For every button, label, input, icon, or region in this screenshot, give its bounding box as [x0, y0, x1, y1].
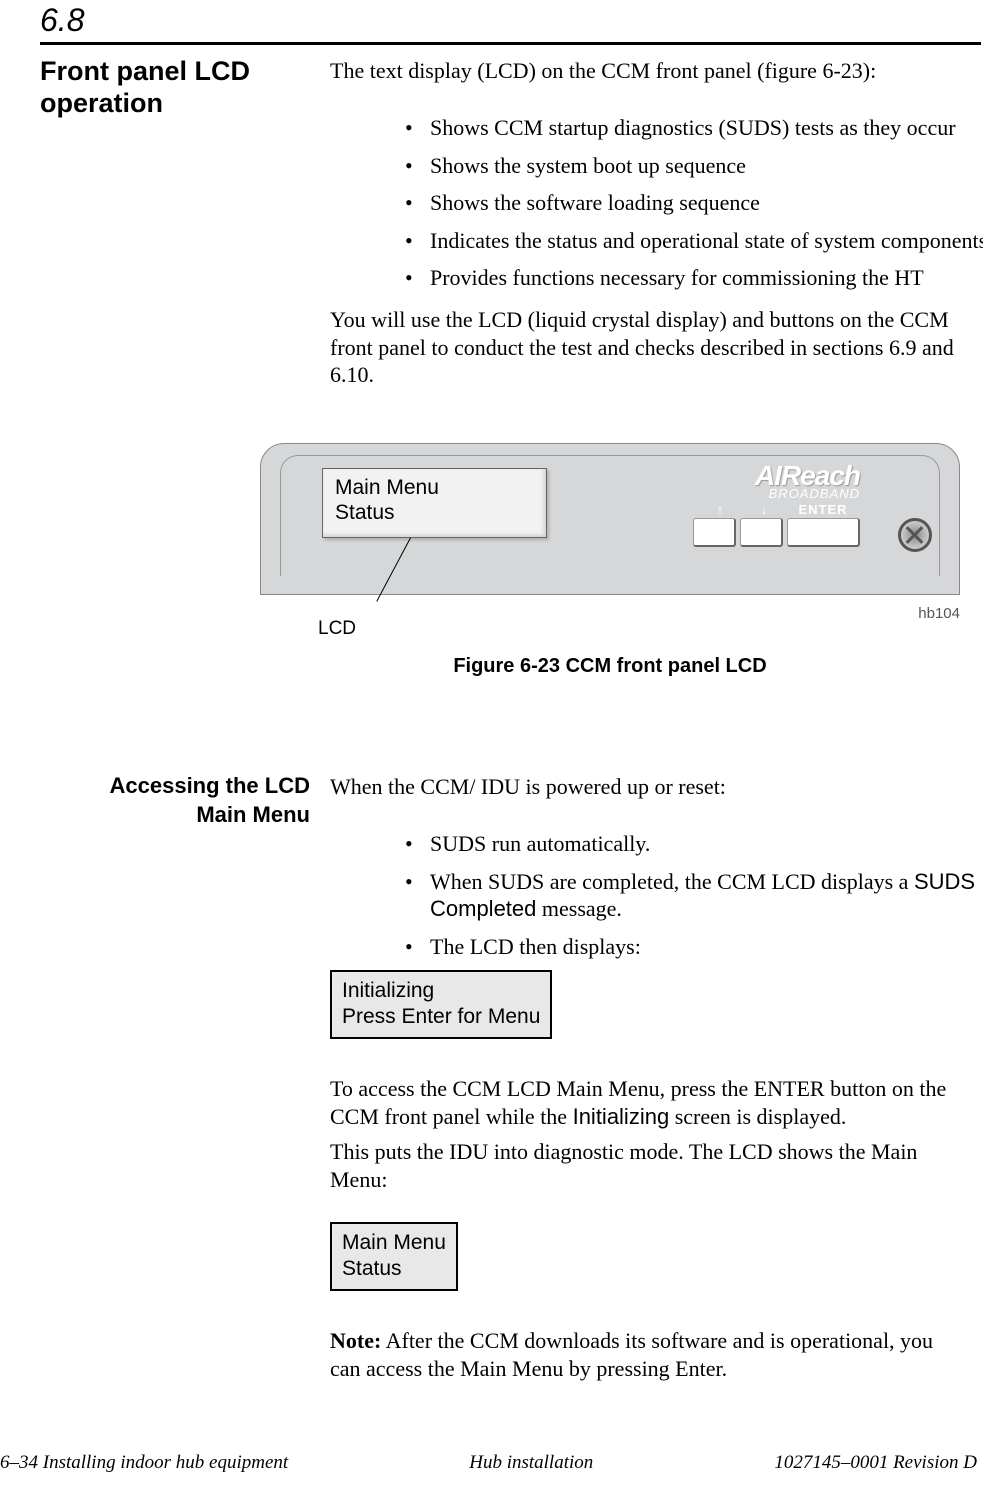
brand-subtitle: BROADBAND: [600, 486, 860, 501]
button-row: [693, 518, 860, 547]
device-panel: Main Menu Status AIReach BROADBAND ↑ ↓ E…: [260, 430, 960, 595]
lcd-callout-label: LCD: [318, 618, 356, 640]
lcd-screen: Main Menu Status: [322, 468, 547, 538]
text: screen is displayed.: [669, 1104, 846, 1129]
list-item: Provides functions necessary for commiss…: [405, 264, 983, 292]
lcd-line-1: Main Menu: [342, 1230, 446, 1256]
footer-right: 1027145–0001 Revision D: [774, 1452, 977, 1474]
list-item: The LCD then displays:: [405, 933, 983, 961]
paragraph: This puts the IDU into diagnostic mode. …: [330, 1138, 960, 1193]
text: message.: [536, 896, 622, 921]
enter-button[interactable]: [787, 518, 860, 547]
horizontal-rule: [40, 42, 981, 45]
lcd-message-text: Initializing: [573, 1104, 670, 1129]
list-item: Indicates the status and operational sta…: [405, 227, 983, 255]
screw-icon: [898, 518, 932, 552]
text: When SUDS are completed, the CCM LCD dis…: [430, 869, 914, 894]
list-item: Shows CCM startup diagnostics (SUDS) tes…: [405, 114, 983, 142]
lcd-display-box: Main Menu Status: [330, 1222, 458, 1291]
section-heading: Front panel LCD operation: [40, 55, 300, 120]
bullet-list-2: SUDS run automatically. When SUDS are co…: [365, 830, 983, 970]
bullet-list-1: Shows CCM startup diagnostics (SUDS) tes…: [365, 114, 983, 302]
list-item: SUDS run automatically.: [405, 830, 983, 858]
paragraph: To access the CCM LCD Main Menu, press t…: [330, 1075, 960, 1130]
subsection-heading: Accessing the LCD Main Menu: [60, 772, 310, 829]
figure-id: hb104: [918, 605, 960, 622]
lcd-line-1: Main Menu: [335, 475, 534, 500]
intro-paragraph: The text display (LCD) on the CCM front …: [330, 58, 960, 84]
button-labels: ↑ ↓ ENTER: [698, 502, 860, 517]
lcd-line-2: Status: [342, 1256, 446, 1282]
section-number: 6.8: [40, 2, 84, 39]
list-item: Shows the software loading sequence: [405, 189, 983, 217]
text: After the CCM downloads its software and…: [330, 1328, 933, 1381]
lcd-line-2: Press Enter for Menu: [342, 1004, 540, 1030]
lcd-display-box: Initializing Press Enter for Menu: [330, 970, 552, 1039]
enter-label: ENTER: [786, 502, 860, 517]
lcd-line-2: Status: [335, 500, 534, 525]
footer-left: 6–34 Installing indoor hub equipment: [0, 1452, 288, 1474]
paragraph: You will use the LCD (liquid crystal dis…: [330, 306, 960, 389]
figure-caption: Figure 6-23 CCM front panel LCD: [260, 655, 960, 678]
down-button[interactable]: [740, 518, 783, 547]
figure-ccm-front-panel: Main Menu Status AIReach BROADBAND ↑ ↓ E…: [260, 430, 960, 678]
brand-area: AIReach BROADBAND: [600, 460, 860, 501]
note-label: Note:: [330, 1328, 381, 1353]
page-footer: 6–34 Installing indoor hub equipment Hub…: [0, 1452, 977, 1474]
list-item: Shows the system boot up sequence: [405, 152, 983, 180]
up-button[interactable]: [693, 518, 736, 547]
note-paragraph: Note: After the CCM downloads its softwa…: [330, 1327, 960, 1382]
list-item: When SUDS are completed, the CCM LCD dis…: [405, 868, 983, 923]
lcd-line-1: Initializing: [342, 978, 540, 1004]
arrow-down-icon: ↓: [742, 502, 786, 517]
paragraph: When the CCM/ IDU is powered up or reset…: [330, 774, 960, 800]
arrow-up-icon: ↑: [698, 502, 742, 517]
footer-center: Hub installation: [469, 1452, 593, 1474]
